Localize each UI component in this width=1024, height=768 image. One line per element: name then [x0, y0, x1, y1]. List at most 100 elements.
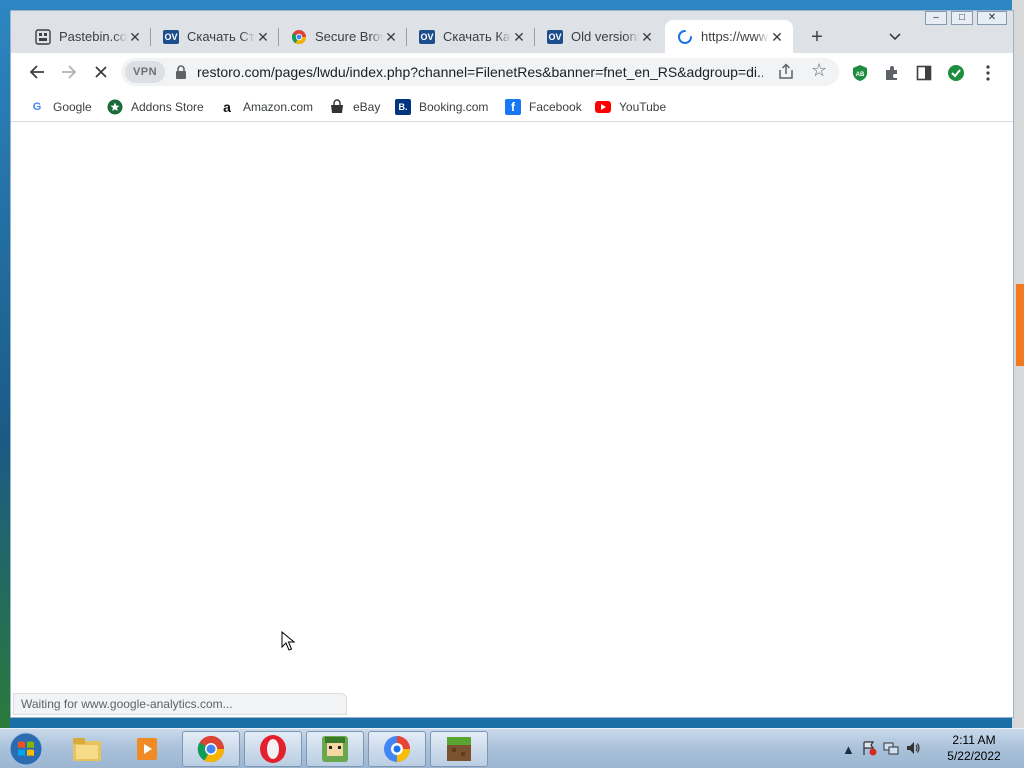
- ov-icon: OV: [419, 29, 435, 44]
- tab-title: https://www.: [701, 29, 769, 44]
- youtube-icon: [595, 99, 611, 115]
- media-player-icon: [137, 738, 157, 760]
- url-text[interactable]: restoro.com/pages/lwdu/index.php?channel…: [197, 64, 763, 80]
- minimize-button[interactable]: –: [925, 11, 947, 25]
- bookmark-addons-store[interactable]: Addons Store: [107, 97, 204, 117]
- tab-pastebin[interactable]: Pastebin.com ✕: [23, 20, 151, 53]
- system-clock[interactable]: 2:11 AM 5/22/2022: [934, 732, 1014, 764]
- security-shield-extension-icon[interactable]: [947, 64, 965, 82]
- browser-menu-icon[interactable]: [979, 64, 997, 82]
- taskbar-game[interactable]: [306, 731, 364, 767]
- forward-button[interactable]: [55, 58, 83, 86]
- chrome-icon: [291, 29, 307, 45]
- taskbar-opera[interactable]: [244, 731, 302, 767]
- system-tray: ▲: [842, 737, 927, 761]
- taskbar-explorer[interactable]: [58, 731, 116, 767]
- ebay-icon: [329, 99, 345, 115]
- minecraft-icon: [447, 737, 471, 761]
- addons-store-icon: [107, 99, 123, 115]
- bookmark-label: Google: [53, 100, 92, 114]
- close-tab-icon[interactable]: ✕: [639, 29, 655, 45]
- amazon-icon: a: [223, 99, 231, 115]
- lock-icon[interactable]: [175, 65, 187, 79]
- vpn-badge[interactable]: VPN: [125, 61, 165, 83]
- desktop-background-top: [0, 0, 1024, 10]
- tab-skachat-2[interactable]: OV Скачать Кас ✕: [407, 20, 535, 53]
- status-bubble: Waiting for www.google-analytics.com...: [13, 693, 347, 715]
- taskbar-chrome[interactable]: [182, 731, 240, 767]
- page-content[interactable]: [11, 123, 1013, 717]
- bookmark-amazon[interactable]: a Amazon.com: [219, 97, 313, 117]
- svg-text:AB: AB: [856, 72, 865, 78]
- bookmark-ebay[interactable]: eBay: [329, 97, 380, 117]
- windows-logo-icon: [9, 732, 43, 766]
- adblock-extension-icon[interactable]: AB: [851, 64, 869, 82]
- bookmark-label: eBay: [353, 100, 381, 114]
- start-button[interactable]: [6, 730, 46, 768]
- close-window-button[interactable]: ✕: [977, 11, 1007, 25]
- maximize-button[interactable]: □: [951, 11, 973, 25]
- bookmark-facebook[interactable]: f Facebook: [505, 97, 582, 117]
- taskbar: ▲ 2:11 AM 5/22/2022: [0, 728, 1024, 768]
- close-tab-icon[interactable]: ✕: [255, 29, 271, 45]
- tab-active-loading[interactable]: https://www. ✕: [665, 20, 793, 53]
- bookmark-google[interactable]: G Google: [29, 97, 92, 117]
- bookmark-label: Booking.com: [419, 100, 489, 114]
- share-icon[interactable]: [777, 63, 795, 81]
- browser-window: – □ ✕ Pastebin.com ✕ OV Скачать Ста ✕ Se…: [10, 10, 1014, 718]
- back-button[interactable]: [23, 58, 51, 86]
- desktop-background-left: [0, 0, 10, 728]
- bookmark-label: Addons Store: [131, 100, 204, 114]
- tab-old-versions[interactable]: OV Old versions ✕: [535, 20, 663, 53]
- tab-strip: – □ ✕ Pastebin.com ✕ OV Скачать Ста ✕ Se…: [11, 11, 1013, 53]
- address-bar[interactable]: VPN restoro.com/pages/lwdu/index.php?cha…: [121, 58, 839, 86]
- ov-icon: OV: [547, 29, 563, 44]
- action-center-flag-icon[interactable]: [861, 740, 877, 759]
- tab-skachat-1[interactable]: OV Скачать Ста ✕: [151, 20, 279, 53]
- tab-title: Secure Brow: [315, 29, 383, 44]
- tab-search-icon[interactable]: [883, 25, 907, 49]
- bookmarks-bar: G Google Addons Store a Amazon.com eBay …: [11, 91, 1013, 122]
- volume-icon[interactable]: [905, 740, 921, 759]
- booking-icon: B.: [395, 99, 411, 115]
- tab-title: Скачать Ста: [187, 29, 255, 44]
- bookmark-star-icon[interactable]: ☆: [811, 60, 827, 81]
- loading-spinner-icon: [677, 29, 693, 45]
- tray-expand-icon[interactable]: ▲: [842, 742, 855, 757]
- side-panel-icon[interactable]: [915, 64, 933, 82]
- game-icon: [322, 736, 348, 762]
- bookmark-label: Facebook: [529, 100, 582, 114]
- bookmark-label: YouTube: [619, 100, 667, 114]
- window-controls: – □ ✕: [921, 11, 1007, 27]
- tab-title: Old versions: [571, 29, 639, 44]
- extensions-puzzle-icon[interactable]: [883, 64, 901, 82]
- close-tab-icon[interactable]: ✕: [769, 29, 785, 45]
- bookmark-youtube[interactable]: YouTube: [595, 97, 666, 117]
- tab-title: Скачать Кас: [443, 29, 511, 44]
- close-tab-icon[interactable]: ✕: [383, 29, 399, 45]
- tab-title: Pastebin.com: [59, 29, 127, 44]
- stop-loading-button[interactable]: [87, 58, 115, 86]
- tab-secure-browser[interactable]: Secure Brow ✕: [279, 20, 407, 53]
- taskbar-minecraft[interactable]: [430, 731, 488, 767]
- back-arrow-icon: [29, 65, 44, 79]
- close-tab-icon[interactable]: ✕: [511, 29, 527, 45]
- browser-icon: [384, 736, 410, 762]
- new-tab-button[interactable]: +: [805, 25, 829, 49]
- forward-arrow-icon: [62, 65, 77, 79]
- clock-time: 2:11 AM: [952, 733, 996, 747]
- opera-icon: [260, 735, 286, 763]
- background-window-edge: [1016, 284, 1024, 366]
- chrome-icon: [197, 735, 225, 763]
- mouse-cursor-icon: [281, 631, 295, 651]
- facebook-icon: f: [505, 99, 521, 115]
- network-icon[interactable]: [883, 740, 899, 759]
- close-tab-icon[interactable]: ✕: [127, 29, 143, 45]
- stop-icon: [95, 66, 107, 78]
- taskbar-media-player[interactable]: [118, 731, 176, 767]
- ov-icon: OV: [163, 29, 179, 44]
- file-explorer-icon: [73, 738, 101, 761]
- bookmark-booking[interactable]: B. Booking.com: [395, 97, 488, 117]
- taskbar-browser[interactable]: [368, 731, 426, 767]
- google-icon: G: [32, 101, 42, 113]
